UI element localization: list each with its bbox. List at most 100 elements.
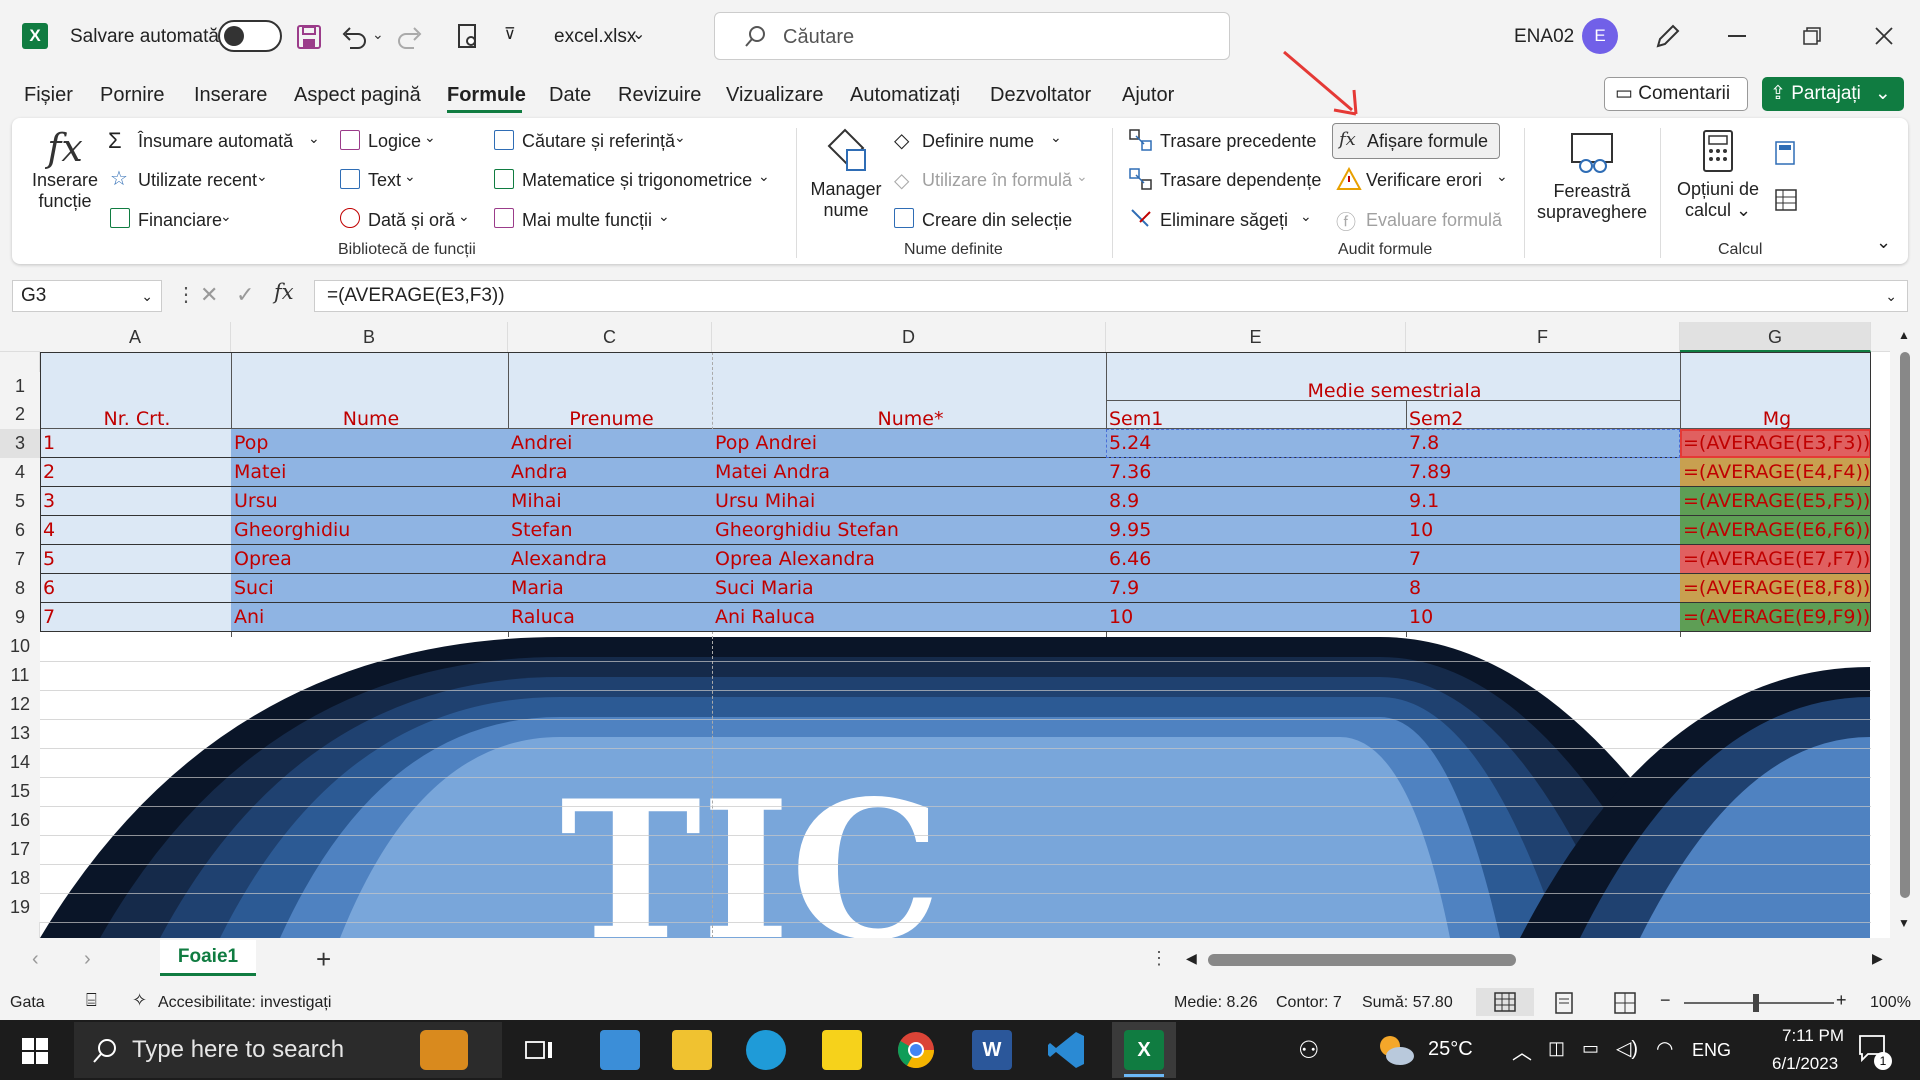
table-cell[interactable]: Matei [231, 461, 508, 483]
formula-input[interactable]: =(AVERAGE(E3,F3)) ⌄ [314, 280, 1908, 312]
table-cell[interactable]: Suci [231, 577, 508, 599]
minimize-icon[interactable] [1728, 35, 1746, 37]
zoom-slider-thumb[interactable] [1753, 994, 1759, 1012]
share-button[interactable]: ⇪ Partajați ⌄ [1762, 77, 1904, 111]
table-cell[interactable]: Mihai [508, 490, 712, 512]
row-header[interactable]: 5 [0, 487, 40, 516]
remove-arrows-button[interactable]: Eliminare săgeți [1160, 210, 1288, 231]
language-indicator[interactable]: ENG [1692, 1040, 1731, 1061]
create-from-selection-button[interactable]: Creare din selecție [922, 210, 1072, 231]
task-view-icon[interactable] [524, 1036, 554, 1064]
table-cell[interactable]: 8 [1406, 577, 1680, 599]
header-cell[interactable]: Sem2 [1406, 408, 1680, 430]
row-header[interactable]: 3 [0, 429, 40, 458]
table-cell[interactable]: Pop Andrei [712, 432, 1106, 454]
table-cell[interactable]: Ani Raluca [712, 606, 1106, 628]
sheet-tab-foaie1[interactable]: Foaie1 [160, 940, 256, 976]
accessibility-status[interactable]: Accesibilitate: investigați [158, 994, 331, 1012]
header-cell[interactable]: Sem1 [1106, 408, 1406, 430]
define-name-dropdown-icon[interactable]: ⌄ [1050, 129, 1062, 146]
table-cell[interactable]: 3 [40, 490, 231, 512]
name-box[interactable]: G3 ⌄ [12, 280, 162, 312]
row-header[interactable]: 6 [0, 516, 40, 545]
row-header[interactable]: 17 [0, 835, 40, 864]
zoom-slider[interactable] [1684, 1002, 1834, 1004]
normal-view-button[interactable] [1476, 988, 1534, 1016]
merged-header[interactable]: Medie semestriala [1106, 380, 1680, 402]
table-cell[interactable]: Matei Andra [712, 461, 1106, 483]
watch-window-button[interactable]: Fereastră supraveghere [1532, 130, 1652, 223]
remove-arrows-dropdown-icon[interactable]: ⌄ [1300, 208, 1312, 225]
column-header-g[interactable]: G [1680, 322, 1871, 352]
use-in-formula-button[interactable]: Utilizare în formulă [922, 170, 1072, 191]
filename[interactable]: excel.xlsx [554, 26, 636, 48]
table-cell[interactable]: Ursu Mihai [712, 490, 1106, 512]
table-cell[interactable]: 7 [1406, 548, 1680, 570]
more-options-icon[interactable]: ⋮ [176, 282, 196, 307]
worksheet-grid[interactable]: TIC A B C D E F G 1 2 3 4 5 6 7 8 9 10 1… [0, 322, 1920, 938]
row-header[interactable]: 14 [0, 748, 40, 777]
menu-home[interactable]: Pornire [100, 84, 164, 107]
table-cell[interactable]: 7 [40, 606, 231, 628]
scroll-thumb[interactable] [1900, 352, 1910, 898]
error-checking-dropdown-icon[interactable]: ⌄ [1496, 168, 1508, 185]
table-cell[interactable]: Ani [231, 606, 508, 628]
more-functions-button[interactable]: Mai multe funcții [522, 210, 652, 231]
pen-icon[interactable] [1654, 22, 1682, 50]
enter-icon[interactable]: ✓ [236, 282, 254, 308]
text-button[interactable]: Text [368, 170, 401, 191]
math-button[interactable]: Matematice și trigonometrice [522, 170, 752, 191]
zoom-in-icon[interactable]: + [1836, 990, 1847, 1011]
save-icon[interactable] [296, 24, 322, 50]
autosum-dropdown-icon[interactable]: ⌄ [308, 130, 320, 147]
datetime-button[interactable]: Dată și oră [368, 210, 455, 231]
control-panel-icon[interactable] [600, 1030, 640, 1070]
excel-icon[interactable]: X [1124, 1030, 1164, 1070]
menu-review[interactable]: Revizuire [618, 84, 701, 107]
evaluate-formula-button[interactable]: Evaluare formulă [1366, 210, 1502, 231]
table-cell[interactable]: 6 [40, 577, 231, 599]
table-cell[interactable]: Suci Maria [712, 577, 1106, 599]
menu-page-layout[interactable]: Aspect pagină [294, 84, 421, 107]
column-header-c[interactable]: C [508, 322, 712, 352]
table-cell[interactable]: =(AVERAGE(E9,F9)) [1680, 606, 1871, 628]
row-header[interactable]: 9 [0, 603, 40, 632]
row-header[interactable]: 19 [0, 893, 40, 922]
table-cell[interactable]: Raluca [508, 606, 712, 628]
menu-file[interactable]: Fișier [24, 84, 73, 107]
table-cell[interactable]: 7.9 [1106, 577, 1406, 599]
trace-dependents-button[interactable]: Trasare dependențe [1160, 170, 1321, 191]
scroll-up-icon[interactable]: ▲ [1898, 328, 1910, 342]
volume-icon[interactable]: ◁) [1616, 1036, 1638, 1061]
page-break-view-icon[interactable] [1614, 992, 1636, 1014]
insert-function-button[interactable]: fx Inserare funcție [30, 126, 100, 212]
autosave-toggle[interactable] [218, 20, 282, 52]
insert-function-icon[interactable]: fx [274, 280, 294, 304]
column-header-a[interactable]: A [40, 322, 231, 352]
table-cell[interactable]: =(AVERAGE(E7,F7)) [1680, 548, 1871, 570]
table-cell[interactable]: 2 [40, 461, 231, 483]
define-name-button[interactable]: Definire nume [922, 131, 1034, 152]
row-header[interactable]: 13 [0, 719, 40, 748]
show-formulas-button[interactable]: fx Afișare formule [1332, 123, 1500, 159]
prev-sheet-icon[interactable]: ‹ [32, 948, 39, 971]
table-cell[interactable]: 4 [40, 519, 231, 541]
row-header[interactable]: 4 [0, 458, 40, 487]
financial-button[interactable]: Financiare [138, 210, 222, 231]
scroll-right-icon[interactable]: ▶ [1872, 950, 1883, 967]
table-cell[interactable]: =(AVERAGE(E6,F6)) [1680, 519, 1871, 541]
weather-temp[interactable]: 25°C [1428, 1038, 1473, 1061]
row-header[interactable]: 7 [0, 545, 40, 574]
table-cell[interactable]: 10 [1406, 606, 1680, 628]
header-cell[interactable]: Nume* [712, 408, 1106, 430]
table-cell[interactable]: 9.95 [1106, 519, 1406, 541]
clock-time[interactable]: 7:11 PM [1782, 1026, 1844, 1046]
table-cell[interactable]: 9.1 [1406, 490, 1680, 512]
table-cell[interactable]: Oprea Alexandra [712, 548, 1106, 570]
people-icon[interactable]: ⚇ [1298, 1036, 1320, 1065]
row-header[interactable]: 1 [0, 372, 40, 400]
print-preview-icon[interactable] [456, 22, 480, 50]
name-manager-button[interactable]: Manager nume [806, 126, 886, 221]
calculate-sheet-icon[interactable] [1774, 188, 1798, 212]
meet-icon[interactable]: ◫ [1548, 1038, 1565, 1059]
